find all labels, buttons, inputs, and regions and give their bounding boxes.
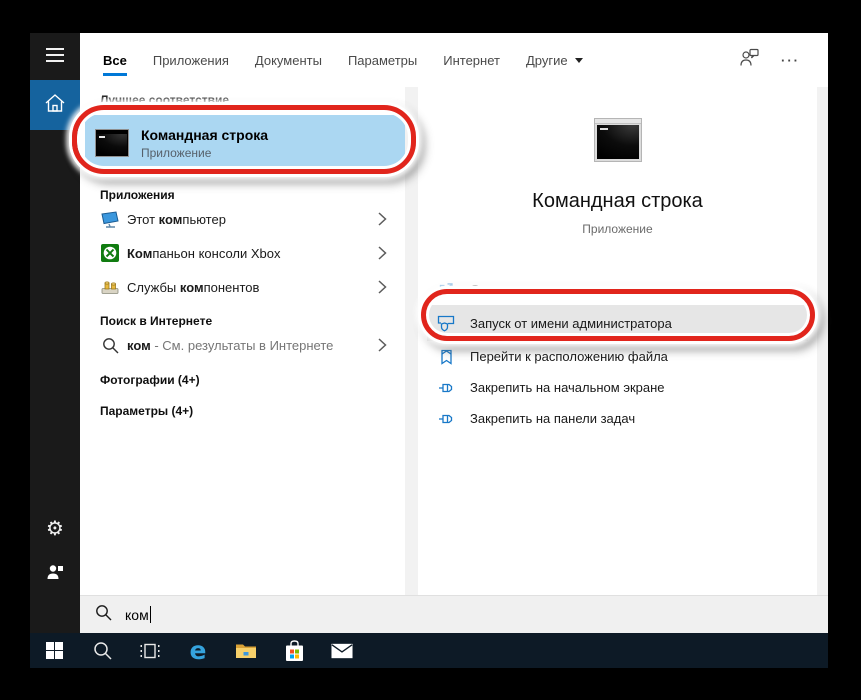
best-match-title: Командная строка [141, 127, 268, 143]
search-input[interactable]: ком [80, 595, 828, 633]
gear-icon: ⚙ [46, 516, 64, 540]
xbox-icon [100, 243, 120, 263]
action-pin-to-taskbar[interactable]: Закрепить на панели задач [418, 403, 817, 434]
best-match-subtitle: Приложение [141, 146, 268, 160]
search-filter-tabbar: Все Приложения Документы Параметры Интер… [80, 33, 828, 87]
settings-header[interactable]: Параметры (4+) [100, 404, 405, 418]
ellipsis-icon[interactable]: ··· [781, 53, 800, 68]
pin-icon [437, 379, 455, 397]
best-match-result[interactable]: Командная строка Приложение [85, 115, 405, 171]
column-gap [405, 87, 418, 595]
file-location-icon [437, 348, 455, 366]
preview-panel: Командная строка Приложение Открыть [418, 87, 817, 595]
component-services-icon [100, 277, 120, 297]
best-match-header: Лучшее соответствие [100, 93, 405, 107]
tab-apps[interactable]: Приложения [153, 33, 229, 87]
search-query-text: ком [125, 607, 149, 623]
edge-icon[interactable]: e [187, 639, 209, 663]
cmd-icon [95, 129, 129, 157]
tab-label: Интернет [443, 53, 500, 68]
run-as-admin-icon [437, 314, 455, 332]
chevron-right-icon[interactable] [378, 246, 387, 260]
result-component-services[interactable]: Службы компонентов [80, 270, 405, 304]
action-list: Открыть Запуск от имени администратора [418, 274, 817, 434]
action-label: Запуск от имени администратора [470, 316, 672, 331]
start-menu-rail: ⚙ [30, 33, 80, 633]
feedback-icon[interactable] [739, 48, 759, 72]
chevron-right-icon[interactable] [378, 212, 387, 226]
home-icon [44, 93, 66, 118]
settings-button[interactable]: ⚙ [30, 514, 80, 542]
web-search-header: Поиск в Интернете [100, 314, 405, 328]
chevron-right-icon[interactable] [378, 338, 387, 352]
text-cursor [150, 606, 151, 623]
this-pc-icon [100, 209, 120, 229]
user-accounts-icon [46, 563, 64, 586]
task-view-icon[interactable] [139, 639, 161, 663]
tab-more[interactable]: Другие [526, 33, 583, 87]
file-explorer-icon[interactable] [235, 639, 257, 663]
result-label: Этот компьютер [127, 212, 226, 227]
preview-subtitle: Приложение [582, 222, 652, 236]
action-run-as-admin[interactable]: Запуск от имени администратора [427, 305, 808, 341]
preview-title: Командная строка [532, 190, 703, 213]
tab-all[interactable]: Все [103, 33, 127, 87]
result-xbox-companion[interactable]: Компаньон консоли Xbox [80, 236, 405, 270]
search-icon [95, 604, 112, 626]
search-icon[interactable] [91, 639, 113, 663]
tab-web[interactable]: Интернет [443, 33, 500, 87]
screenshot-stage: ⚙ Все Приложения До [0, 0, 861, 700]
action-label: Открыть [470, 282, 521, 297]
tab-label: Приложения [153, 53, 229, 68]
store-icon[interactable] [283, 639, 305, 663]
action-open-file-location[interactable]: Перейти к расположению файла [418, 341, 817, 372]
result-web-search[interactable]: ком - См. результаты в Интернете [80, 328, 405, 362]
cmd-icon [594, 118, 642, 162]
tab-documents[interactable]: Документы [255, 33, 322, 87]
chevron-right-icon[interactable] [378, 280, 387, 294]
result-label: Службы компонентов [127, 280, 259, 295]
apps-header: Приложения [100, 188, 405, 202]
action-pin-to-start[interactable]: Закрепить на начальном экране [418, 372, 817, 403]
tab-label: Параметры [348, 53, 417, 68]
taskbar: e [30, 633, 828, 668]
user-accounts-button[interactable] [30, 560, 80, 588]
start-icon[interactable] [43, 639, 65, 663]
hamburger-icon[interactable] [46, 48, 64, 66]
open-icon [437, 281, 455, 299]
photos-header[interactable]: Фотографии (4+) [100, 373, 405, 387]
tab-settings[interactable]: Параметры [348, 33, 417, 87]
tab-label: Документы [255, 53, 322, 68]
result-label: ком - См. результаты в Интернете [127, 338, 333, 353]
chevron-down-icon [575, 58, 583, 63]
result-label: Компаньон консоли Xbox [127, 246, 281, 261]
edge-logo: e [190, 638, 207, 663]
tab-label: Все [103, 53, 127, 68]
start-search-window: ⚙ Все Приложения До [30, 33, 828, 668]
result-this-pc[interactable]: Этот компьютер [80, 202, 405, 236]
search-results-column: Лучшее соответствие Командная строка При… [80, 87, 405, 595]
pin-icon [437, 410, 455, 428]
tab-label: Другие [526, 53, 568, 68]
mail-icon[interactable] [331, 639, 353, 663]
action-open[interactable]: Открыть [418, 274, 817, 305]
action-label: Закрепить на начальном экране [470, 380, 665, 395]
action-label: Закрепить на панели задач [470, 411, 635, 426]
search-icon [100, 335, 120, 355]
sidebar-item-home[interactable] [30, 80, 80, 130]
action-label: Перейти к расположению файла [470, 349, 668, 364]
